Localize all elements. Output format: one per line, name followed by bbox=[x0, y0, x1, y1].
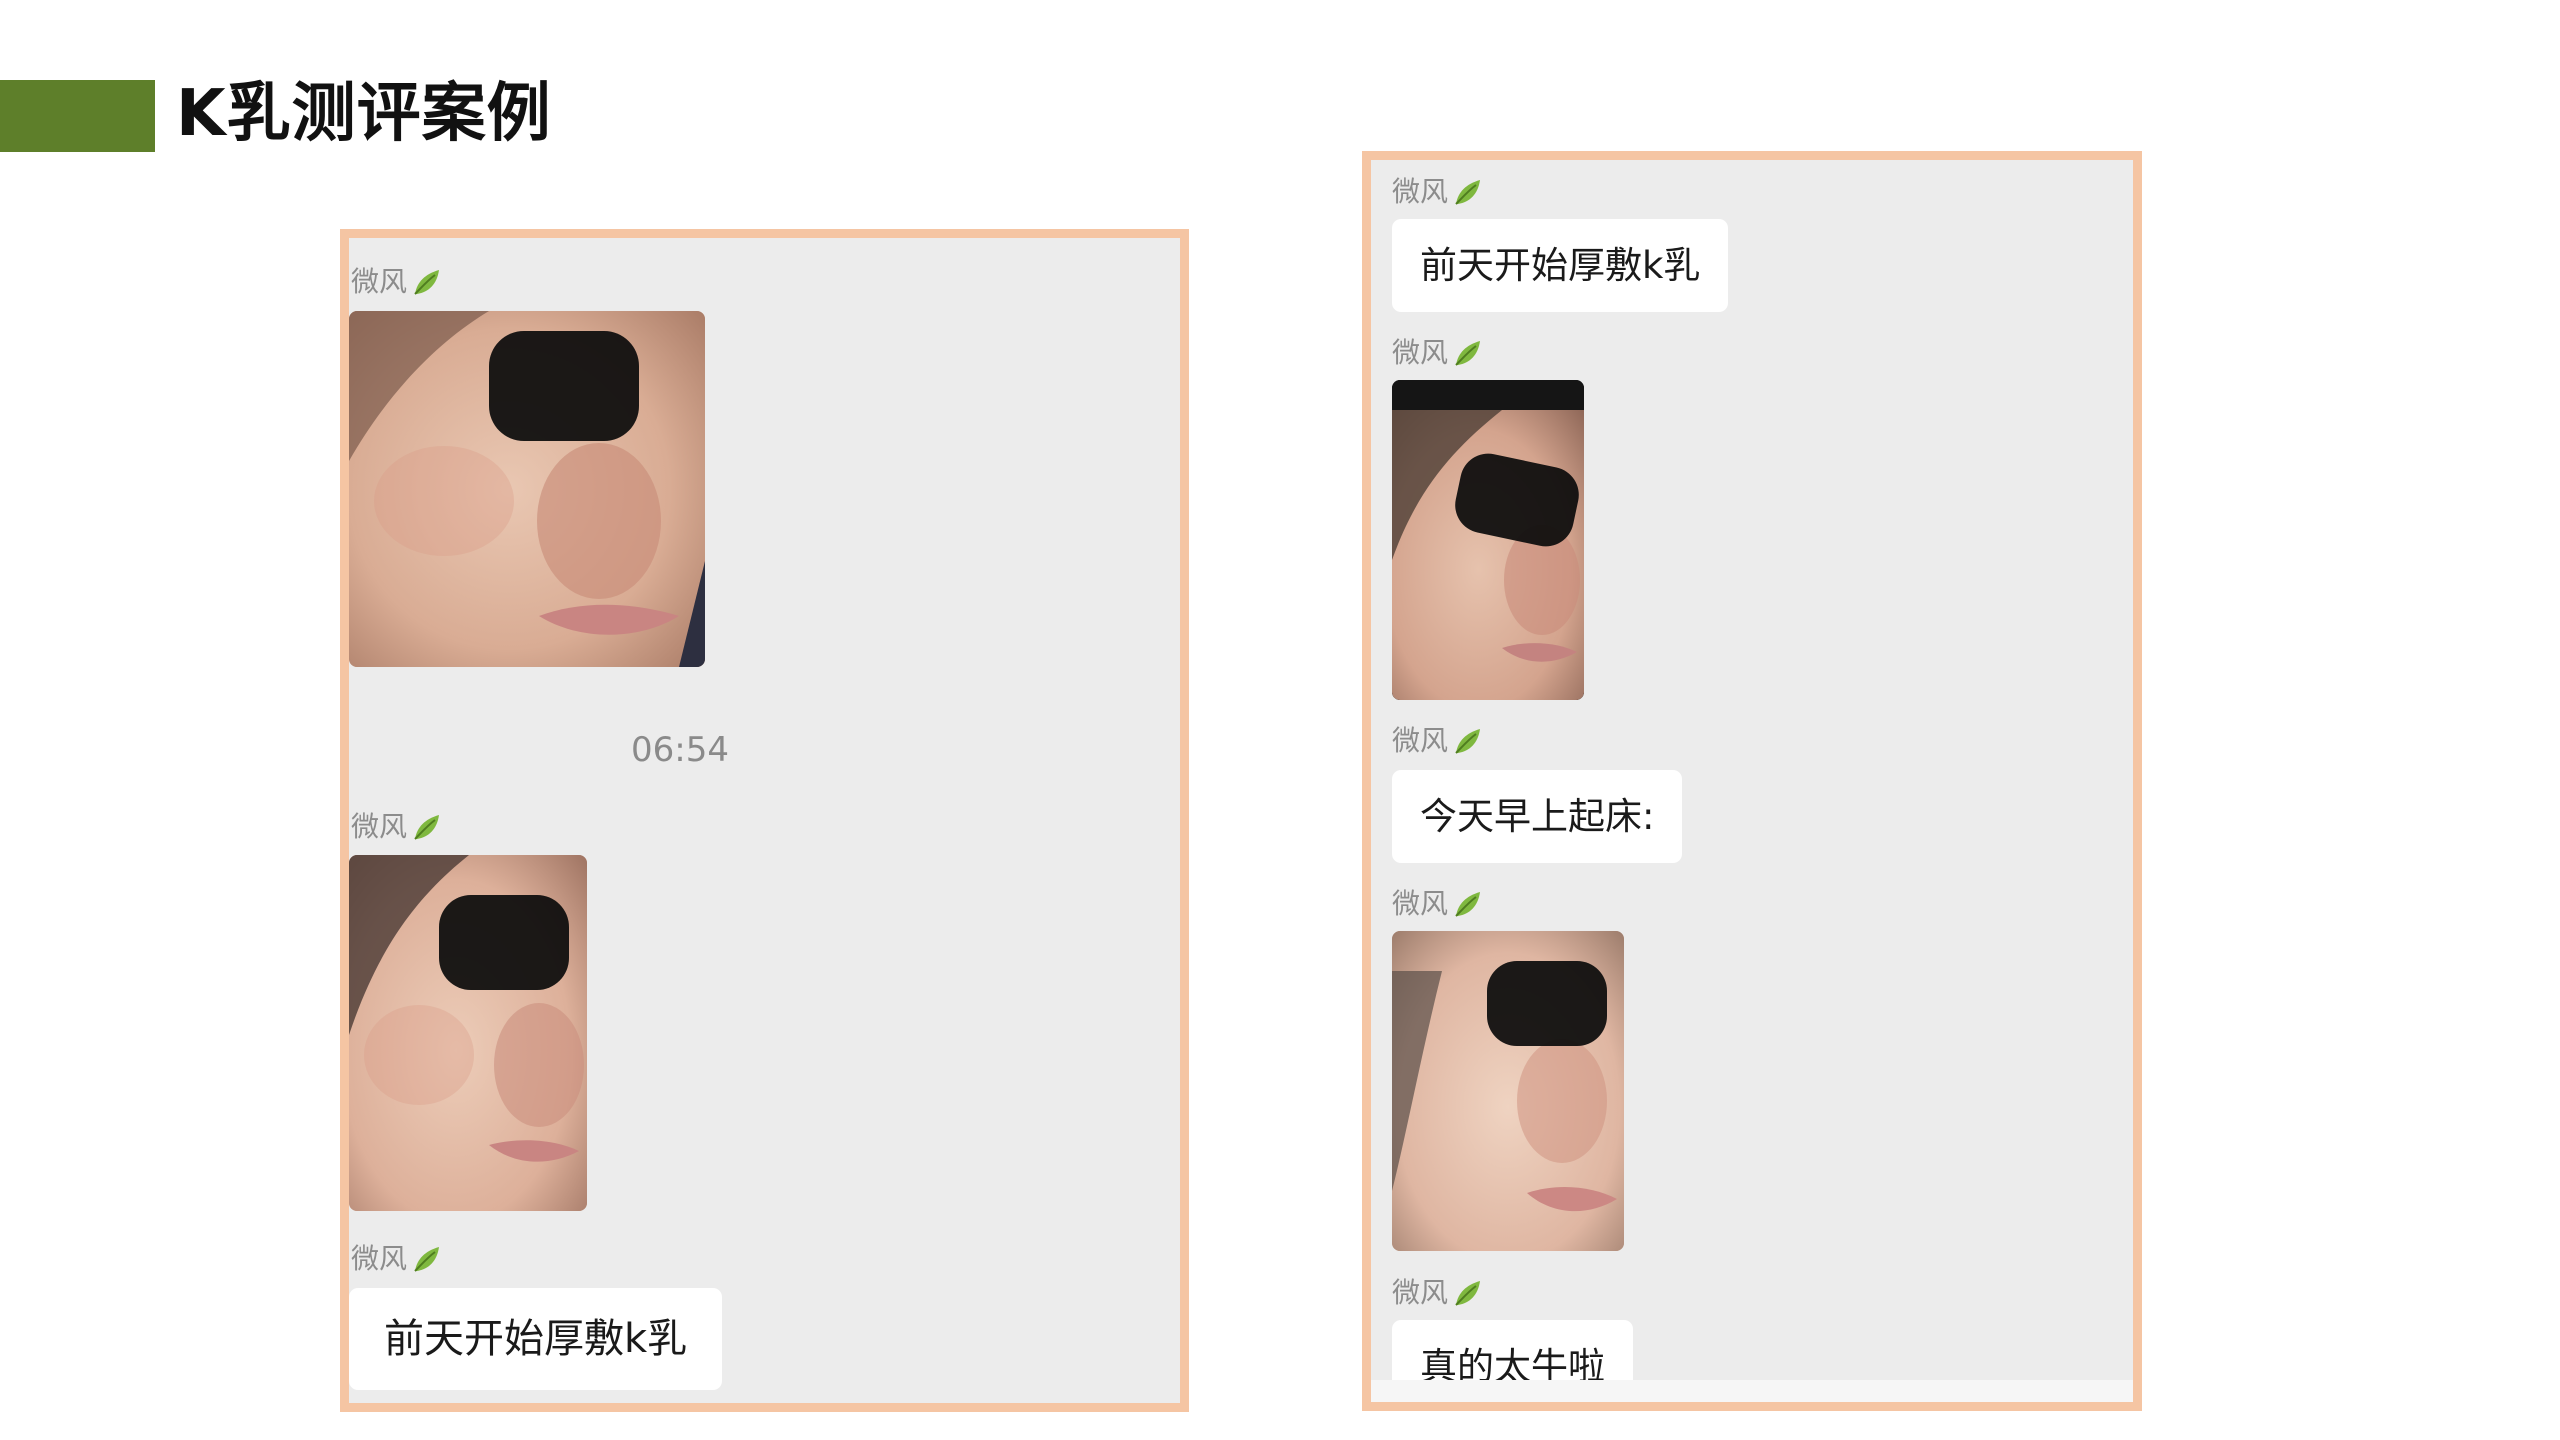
message-sender: 微风 bbox=[1392, 335, 1484, 371]
message-bubble[interactable]: 前天开始厚敷k乳 bbox=[1392, 219, 1729, 312]
sender-name: 微风 bbox=[351, 810, 408, 843]
sender-name: 微风 bbox=[351, 265, 408, 298]
leaf-icon bbox=[411, 266, 443, 298]
sender-name: 微风 bbox=[1392, 336, 1449, 369]
sender-name: 微风 bbox=[1392, 175, 1449, 208]
message-sender: 微风 bbox=[351, 809, 443, 845]
chat-timestamp: 06:54 bbox=[631, 730, 729, 770]
message-sender: 微风 bbox=[1392, 723, 1484, 759]
left-chat-panel: 微风 06:54 微风 微风 前天开始厚敷k乳 bbox=[340, 229, 1189, 1412]
face-photo-after[interactable] bbox=[349, 855, 587, 1211]
message-bubble[interactable]: 前天开始厚敷k乳 bbox=[349, 1288, 723, 1390]
message-sender: 微风 bbox=[351, 1241, 443, 1277]
message-sender: 微风 bbox=[1392, 886, 1484, 922]
leaf-icon bbox=[1452, 337, 1484, 369]
leaf-icon bbox=[1452, 888, 1484, 920]
leaf-icon bbox=[411, 1243, 443, 1275]
sender-name: 微风 bbox=[1392, 1276, 1449, 1309]
slide: K乳测评案例 微风 06:54 微风 微风 前天开始厚敷k乳 微风 前天开始厚敷… bbox=[0, 0, 2560, 1440]
title-accent-bar bbox=[0, 80, 155, 152]
leaf-icon bbox=[1452, 176, 1484, 208]
slide-title: K乳测评案例 bbox=[176, 77, 552, 151]
right-chat-panel: 微风 前天开始厚敷k乳 微风 微风 今天早上起床: 微风 微风 真的太牛啦 bbox=[1362, 151, 2142, 1411]
leaf-icon bbox=[1452, 1277, 1484, 1309]
chat-bottom-strip bbox=[1371, 1380, 2133, 1402]
message-sender: 微风 bbox=[351, 264, 443, 300]
leaf-icon bbox=[1452, 725, 1484, 757]
sender-name: 微风 bbox=[1392, 724, 1449, 757]
message-bubble[interactable]: 今天早上起床: bbox=[1392, 770, 1683, 863]
message-sender: 微风 bbox=[1392, 174, 1484, 210]
leaf-icon bbox=[411, 811, 443, 843]
face-photo-morning[interactable] bbox=[1392, 931, 1624, 1251]
sender-name: 微风 bbox=[1392, 887, 1449, 920]
sender-name: 微风 bbox=[351, 1242, 408, 1275]
message-sender: 微风 bbox=[1392, 1275, 1484, 1311]
face-photo-before[interactable] bbox=[349, 311, 705, 667]
face-photo-screenshot[interactable] bbox=[1392, 380, 1584, 700]
